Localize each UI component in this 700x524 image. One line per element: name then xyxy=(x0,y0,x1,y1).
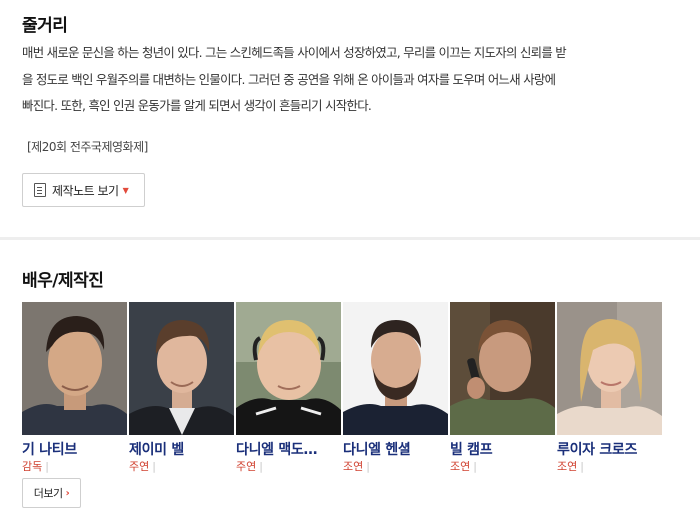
cast-title: 배우/제작진 xyxy=(22,271,104,291)
more-button[interactable]: 더보기 › xyxy=(22,478,81,508)
cast-card[interactable]: 제이미 벨 주연 | xyxy=(129,302,234,474)
cast-photo[interactable] xyxy=(22,302,127,435)
cast-photo[interactable] xyxy=(343,302,448,435)
cast-name[interactable]: 루이자 크로즈 xyxy=(557,441,662,459)
cast-name[interactable]: 기 나티브 xyxy=(22,441,127,459)
synopsis-text: 매번 새로운 문신을 하는 청년이 있다. 그는 스킨헤드족들 사이에서 성장하… xyxy=(22,40,678,120)
cast-card[interactable]: 다니엘 맥도… 주연 | xyxy=(236,302,341,474)
cast-card[interactable]: 다니엘 헨셜 조연 | xyxy=(343,302,448,474)
festival-label: [제20회 전주국제영화제] xyxy=(27,140,148,154)
cast-name[interactable]: 제이미 벨 xyxy=(129,441,234,459)
cast-photo[interactable] xyxy=(557,302,662,435)
cast-photo[interactable] xyxy=(236,302,341,435)
cast-role: 감독 | xyxy=(22,460,49,473)
synopsis-line: 매번 새로운 문신을 하는 청년이 있다. 그는 스킨헤드족들 사이에서 성장하… xyxy=(22,45,567,60)
cast-role: 주연 | xyxy=(236,460,263,473)
cast-name[interactable]: 빌 캠프 xyxy=(450,441,555,459)
cast-role: 조연 | xyxy=(557,460,584,473)
cast-name[interactable]: 다니엘 맥도… xyxy=(236,441,341,459)
caret-down-icon: ▼ xyxy=(122,185,129,195)
cast-role: 주연 | xyxy=(129,460,156,473)
more-label: 더보기 xyxy=(33,487,63,500)
cast-name[interactable]: 다니엘 헨셜 xyxy=(343,441,448,459)
cast-photo[interactable] xyxy=(450,302,555,435)
section-divider xyxy=(0,237,700,240)
cast-photo[interactable] xyxy=(129,302,234,435)
cast-card[interactable]: 기 나티브 감독 | xyxy=(22,302,127,474)
production-note-label: 제작노트 보기 xyxy=(52,183,119,198)
cast-card[interactable]: 루이자 크로즈 조연 | xyxy=(557,302,662,474)
synopsis-line: 빠진다. 또한, 흑인 인권 운동가를 알게 되면서 생각이 흔들리기 시작한다… xyxy=(22,98,372,113)
cast-card[interactable]: 빌 캠프 조연 | xyxy=(450,302,555,474)
cast-role: 조연 | xyxy=(450,460,477,473)
document-icon xyxy=(34,183,46,197)
cast-role: 조연 | xyxy=(343,460,370,473)
chevron-right-icon: › xyxy=(65,487,70,499)
production-note-button[interactable]: 제작노트 보기 ▼ xyxy=(22,173,145,207)
synopsis-title: 줄거리 xyxy=(22,16,68,36)
synopsis-line: 을 정도로 백인 우월주의를 대변하는 인물이다. 그러던 중 공연을 위해 온… xyxy=(22,71,556,87)
